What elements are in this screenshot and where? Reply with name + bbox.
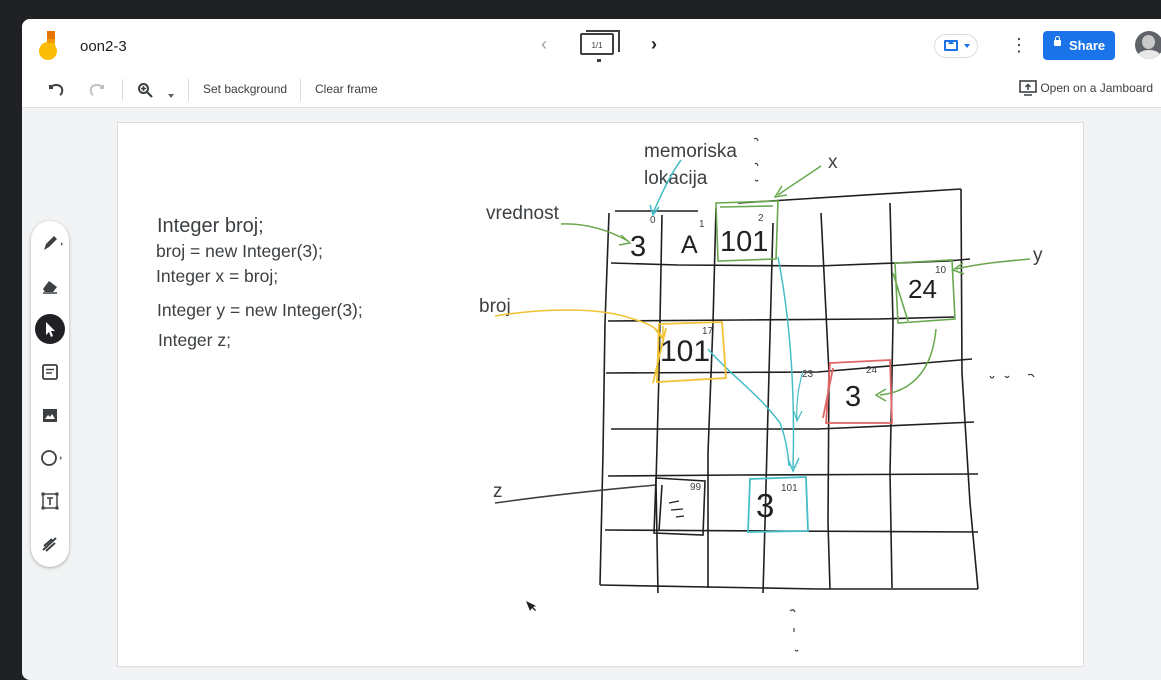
text-box-icon[interactable] <box>35 486 65 516</box>
share-button[interactable]: Share <box>1043 31 1115 60</box>
arrow-up-icon <box>948 40 954 44</box>
toolbar-divider <box>188 79 189 101</box>
code-line-4: Integer y = new Integer(3); <box>157 300 363 320</box>
garbage-scribble <box>668 500 685 518</box>
address-101: 101 <box>781 483 798 494</box>
address-10: 10 <box>935 265 947 276</box>
next-frame-button[interactable]: › <box>644 34 664 55</box>
toolbar-divider <box>300 79 301 101</box>
set-background-button[interactable]: Set background <box>203 82 287 96</box>
sticky-note-icon[interactable] <box>35 357 65 387</box>
zoom-icon[interactable] <box>137 82 153 101</box>
address-1: 1 <box>699 219 705 230</box>
select-tool-icon[interactable] <box>35 314 65 344</box>
zoom-dropdown-icon[interactable] <box>168 87 174 101</box>
label-y: y <box>1033 245 1043 266</box>
cell-value-101: 101 <box>720 226 768 258</box>
shape-icon[interactable] <box>35 443 65 473</box>
eraser-icon[interactable] <box>35 271 65 301</box>
undo-icon[interactable] <box>49 82 65 101</box>
code-line-1: Integer broj; <box>157 215 264 237</box>
address-23: 23 <box>802 369 814 380</box>
account-avatar[interactable] <box>1135 31 1161 59</box>
doodle-marks <box>753 137 1035 652</box>
clear-frame-button[interactable]: Clear frame <box>315 82 378 96</box>
present-button[interactable] <box>934 34 978 58</box>
tool-palette <box>31 221 69 567</box>
avatar-body <box>1137 50 1161 59</box>
cell-value-broj: 101 <box>660 335 710 368</box>
drawing-layer: Integer broj; broj = new Integer(3); Int… <box>156 137 1043 652</box>
arrow-y <box>951 258 1031 275</box>
frame-bar-toggle[interactable]: 1/1 <box>580 33 614 55</box>
frame-bar-caret-icon <box>597 59 601 62</box>
cell-value-teal: 3 <box>756 487 774 524</box>
avatar-face <box>1142 35 1155 49</box>
address-99: 99 <box>690 482 702 493</box>
previous-frame-button[interactable]: ‹ <box>534 34 554 55</box>
cell-value-a: A <box>681 231 698 259</box>
address-17: 17 <box>702 326 714 337</box>
mouse-cursor-icon <box>526 601 536 611</box>
toolbar-divider <box>122 79 123 101</box>
arrow-z <box>494 484 657 504</box>
document-title[interactable]: oon2-3 <box>80 38 127 55</box>
label-x: x <box>828 152 838 173</box>
code-line-2: broj = new Integer(3); <box>156 241 323 261</box>
whiteboard-canvas[interactable]: Integer broj; broj = new Integer(3); Int… <box>118 123 1083 666</box>
label-memoriska: memoriska <box>644 141 737 162</box>
share-label: Share <box>1069 38 1106 53</box>
redo-icon[interactable] <box>88 82 104 101</box>
address-0: 0 <box>650 215 656 226</box>
code-line-3: Integer x = broj; <box>156 266 278 286</box>
arrow-x <box>773 165 822 199</box>
chevron-down-icon <box>964 44 970 48</box>
open-on-jamboard-label: Open on a Jamboard <box>1040 81 1154 95</box>
edit-toolbar: Set background Clear frame Open on a Jam… <box>22 73 1161 108</box>
cell-value-3: 3 <box>630 231 646 263</box>
image-icon[interactable] <box>35 400 65 430</box>
code-line-5: Integer z; <box>158 330 231 350</box>
address-2: 2 <box>758 213 764 224</box>
label-vrednost: vrednost <box>486 203 560 224</box>
address-24: 24 <box>866 365 878 376</box>
arrow-broj-to-value <box>707 348 790 467</box>
cell-value-red: 3 <box>845 381 861 413</box>
arrow-broj <box>494 309 664 342</box>
label-z: z <box>493 481 503 502</box>
pen-icon[interactable] <box>35 228 65 258</box>
arrow-vrednost <box>560 223 632 246</box>
jamboard-logo-icon[interactable] <box>39 31 61 61</box>
top-bar: oon2-3 ‹ 1/1 › ⋮ Share <box>22 19 1161 74</box>
jamboard-app: oon2-3 ‹ 1/1 › ⋮ Share Set background Cl… <box>22 19 1161 680</box>
more-options-icon[interactable]: ⋮ <box>1010 33 1028 57</box>
open-on-jamboard-button[interactable]: Open on a Jamboard <box>1019 80 1153 96</box>
cell-value-24: 24 <box>908 274 937 304</box>
arrow-x-to-value <box>777 256 800 473</box>
present-to-device-icon <box>1019 80 1037 96</box>
label-lokacija: lokacija <box>644 168 708 189</box>
lock-icon <box>1054 36 1061 46</box>
laser-icon[interactable] <box>35 529 65 559</box>
